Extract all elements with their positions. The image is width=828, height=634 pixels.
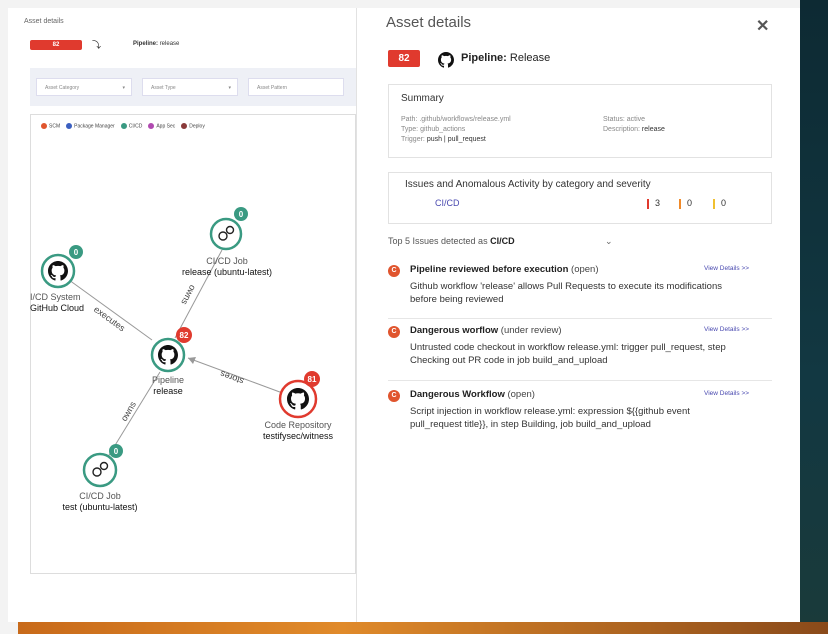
summary-left-column: Path: .github/workflows/release.yml Type…	[401, 115, 511, 145]
edge-label-owns-top: owns	[179, 283, 198, 307]
node-badge: 0	[239, 210, 244, 219]
view-details-link[interactable]: View Details >>	[704, 390, 749, 397]
summary-status: Status: active	[603, 116, 646, 123]
node-label-cicd-system: I/CD System GitHub Cloud	[30, 292, 85, 313]
view-details-link[interactable]: View Details >>	[704, 326, 749, 333]
severity-medium-bar-icon	[679, 198, 681, 209]
edge-label-owns-bottom: owns	[119, 399, 138, 423]
node-label-code-repository: Code Repository testifysec/witness	[262, 420, 334, 441]
issue-description: Github workflow 'release' allows Pull Re…	[410, 281, 722, 305]
issues-by-category-heading: Issues and Anomalous Activity by categor…	[405, 179, 651, 190]
view-details-link[interactable]: View Details >>	[704, 265, 749, 272]
severity-low-count: 0	[713, 198, 726, 209]
severity-low-bar-icon	[713, 198, 715, 209]
chevron-down-icon[interactable]: ⌄	[605, 236, 613, 247]
summary-type: Type: github_actions	[401, 126, 466, 133]
node-label-pipeline: Pipeline release	[151, 375, 185, 396]
issue-title: Dangerous worflow (under review)	[410, 325, 562, 336]
severity-medium-count: 0	[679, 198, 692, 209]
github-icon	[438, 52, 454, 68]
node-pipeline-release[interactable]: 82	[150, 327, 192, 373]
critical-severity-icon: C	[388, 265, 400, 277]
node-badge: 0	[114, 447, 119, 456]
node-code-repository[interactable]: 81	[278, 371, 320, 419]
summary-trigger: Trigger: push | pull_request	[401, 136, 486, 143]
summary-right-column: Status: active Description: release	[603, 115, 665, 135]
node-badge: 0	[74, 248, 79, 257]
node-label-cicd-job-release: CI/CD Job release (ubuntu-latest)	[181, 256, 273, 277]
issue-description: Untrusted code checkout in workflow rele…	[410, 342, 726, 366]
top-issues-selector-label: Top 5 Issues detected as CI/CD	[388, 236, 515, 246]
divider	[388, 380, 772, 381]
summary-path: Path: .github/workflows/release.yml	[401, 116, 511, 123]
drawer-title: Asset details	[386, 14, 472, 31]
critical-severity-icon: C	[388, 326, 400, 338]
node-badge: 82	[180, 331, 189, 340]
node-cicd-job-test[interactable]: 0	[82, 444, 123, 488]
close-icon[interactable]: ✕	[756, 16, 769, 36]
pipeline-value: Release	[509, 52, 551, 64]
pipeline-label: Pipeline:	[461, 52, 507, 64]
severity-high-bar-icon	[647, 198, 649, 209]
issue-description: Script injection in workflow release.yml…	[410, 406, 690, 430]
summary-description: Description: release	[603, 126, 665, 133]
severity-high-count: 3	[647, 198, 660, 209]
node-cicd-system-github[interactable]: 0	[40, 245, 83, 289]
node-badge: 81	[308, 375, 317, 384]
pipeline-heading: Pipeline: Release	[461, 52, 550, 64]
summary-card: Summary Path: .github/workflows/release.…	[388, 84, 772, 158]
edge-label-stores: stores	[218, 369, 245, 387]
node-cicd-job-release[interactable]: 0	[209, 207, 248, 251]
issues-by-category-card: Issues and Anomalous Activity by categor…	[388, 172, 772, 224]
risk-score-badge: 82	[388, 50, 420, 67]
issue-title: Pipeline reviewed before execution (open…	[410, 264, 599, 275]
critical-severity-icon: C	[388, 390, 400, 402]
divider	[388, 318, 772, 319]
issue-title: Dangerous Workflow (open)	[410, 389, 535, 400]
node-label-cicd-job-test: CI/CD Job test (ubuntu-latest)	[62, 491, 138, 512]
summary-heading: Summary	[401, 93, 444, 104]
category-cicd-link[interactable]: CI/CD	[435, 198, 460, 208]
